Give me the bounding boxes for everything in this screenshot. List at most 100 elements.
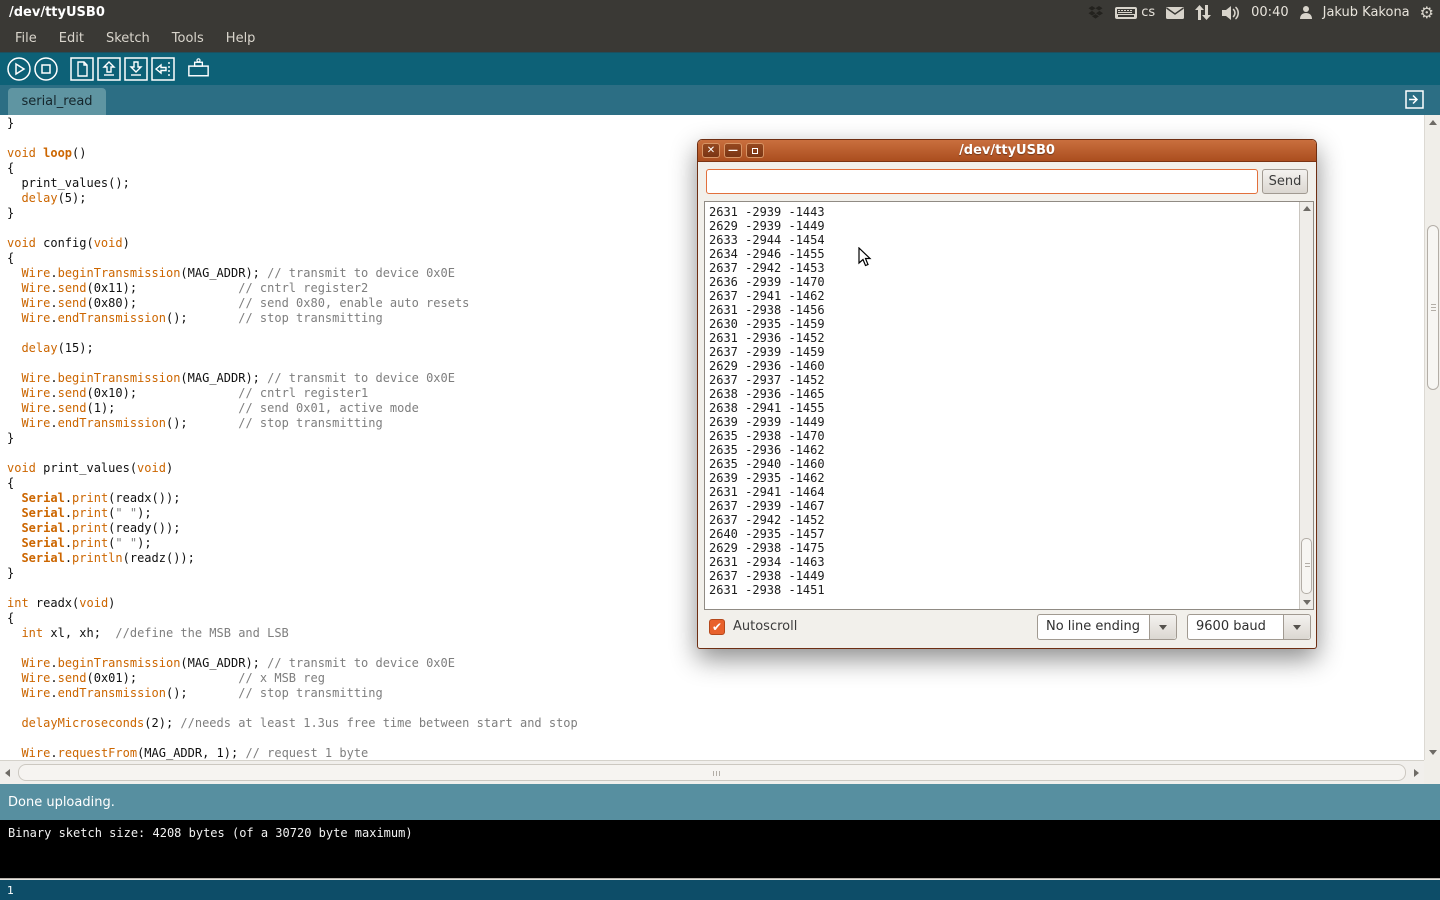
line-ending-dropdown[interactable]: No line ending: [1037, 614, 1177, 640]
serial-line: 2631 -2934 -1463: [709, 555, 1299, 569]
dropbox-icon[interactable]: [1087, 5, 1104, 21]
serial-line: 2640 -2935 -1457: [709, 527, 1299, 541]
verify-button[interactable]: [5, 56, 32, 83]
serial-line: 2631 -2936 -1452: [709, 331, 1299, 345]
serial-monitor-controls: ✔ Autoscroll No line ending 9600 baud: [698, 614, 1316, 640]
serial-line: 2637 -2941 -1462: [709, 289, 1299, 303]
serial-line: 2638 -2936 -1465: [709, 387, 1299, 401]
open-button[interactable]: [95, 56, 122, 83]
menu-edit[interactable]: Edit: [48, 26, 95, 51]
serial-line: 2631 -2939 -1443: [709, 205, 1299, 219]
serial-line: 2637 -2938 -1449: [709, 569, 1299, 583]
menu-file[interactable]: File: [4, 26, 48, 51]
top-panel: /dev/ttyUSB0 cs 00:40 Jakub Kakona: [0, 0, 1440, 25]
serial-line: 2636 -2939 -1470: [709, 275, 1299, 289]
upload-button[interactable]: [149, 56, 176, 83]
maximize-icon[interactable]: [746, 143, 764, 158]
editor-vertical-scrollbar[interactable]: [1424, 115, 1440, 760]
keyboard-layout-indicator[interactable]: cs: [1114, 5, 1155, 20]
serial-line: 2631 -2938 -1451: [709, 583, 1299, 597]
tab-serial-read[interactable]: serial_read: [8, 88, 106, 115]
keyboard-layout-label: cs: [1141, 5, 1155, 20]
serial-vertical-scrollbar[interactable]: [1299, 202, 1313, 609]
code-line: [7, 701, 1424, 716]
sync-arrows-icon[interactable]: [1195, 5, 1211, 20]
serial-line: 2637 -2939 -1467: [709, 499, 1299, 513]
serial-line: 2629 -2936 -1460: [709, 359, 1299, 373]
serial-line: 2639 -2935 -1462: [709, 471, 1299, 485]
baud-rate-dropdown[interactable]: 9600 baud: [1187, 614, 1311, 640]
screen: /dev/ttyUSB0 cs 00:40 Jakub Kakona: [0, 0, 1440, 900]
baud-rate-value: 9600 baud: [1196, 619, 1266, 634]
serial-monitor-title: /dev/ttyUSB0: [698, 143, 1316, 158]
serial-line: 2634 -2946 -1455: [709, 247, 1299, 261]
console-text: Binary sketch size: 4208 bytes (of a 307…: [8, 826, 413, 840]
stop-button[interactable]: [32, 56, 59, 83]
serial-input-row: Send: [706, 169, 1308, 194]
serial-input[interactable]: [706, 169, 1258, 194]
serial-monitor-button[interactable]: [185, 56, 212, 83]
menu-help[interactable]: Help: [215, 26, 267, 51]
line-ending-value: No line ending: [1046, 619, 1140, 634]
user-icon: [1299, 5, 1313, 20]
serial-line: 2637 -2939 -1459: [709, 345, 1299, 359]
scrollbar-thumb[interactable]: [18, 764, 1406, 781]
status-message: Done uploading.: [8, 795, 115, 810]
serial-line: 2635 -2938 -1470: [709, 429, 1299, 443]
serial-line: 2637 -2942 -1453: [709, 261, 1299, 275]
minimize-icon[interactable]: —: [724, 143, 742, 158]
code-line: [7, 731, 1424, 746]
serial-line: 2635 -2936 -1462: [709, 443, 1299, 457]
close-icon[interactable]: ✕: [702, 143, 720, 158]
code-line: delayMicroseconds(2); //needs at least 1…: [7, 716, 1424, 731]
line-number: 1: [7, 884, 14, 897]
scrollbar-thumb[interactable]: [1301, 538, 1312, 594]
line-indicator-bar: 1: [0, 880, 1440, 900]
status-bar: Done uploading.: [0, 784, 1440, 820]
active-window-title: /dev/ttyUSB0: [0, 5, 105, 20]
editor-horizontal-scrollbar[interactable]: [0, 760, 1424, 784]
serial-line: 2630 -2935 -1459: [709, 317, 1299, 331]
serial-line: 2631 -2941 -1464: [709, 485, 1299, 499]
serial-line: 2637 -2942 -1452: [709, 513, 1299, 527]
username[interactable]: Jakub Kakona: [1323, 5, 1410, 20]
send-button[interactable]: Send: [1262, 169, 1308, 194]
code-line: Wire.send(0x01); // x MSB reg: [7, 671, 1424, 686]
tab-bar: serial_read: [0, 85, 1440, 115]
menu-tools[interactable]: Tools: [161, 26, 215, 51]
autoscroll-label: Autoscroll: [733, 619, 797, 634]
mouse-cursor: [858, 247, 872, 272]
scrollbar-thumb[interactable]: [1427, 225, 1439, 390]
code-line: Wire.endTransmission(); // stop transmit…: [7, 686, 1424, 701]
new-tab-icon[interactable]: [1405, 90, 1424, 113]
autoscroll-checkbox[interactable]: ✔: [709, 619, 725, 635]
code-line: Wire.beginTransmission(MAG_ADDR); // tra…: [7, 656, 1424, 671]
new-sketch-button[interactable]: [68, 56, 95, 83]
save-button[interactable]: [122, 56, 149, 83]
serial-line: 2629 -2939 -1449: [709, 219, 1299, 233]
mail-icon[interactable]: [1165, 6, 1185, 20]
clock[interactable]: 00:40: [1251, 5, 1288, 20]
serial-line: 2629 -2938 -1475: [709, 541, 1299, 555]
serial-output-area[interactable]: 2631 -2939 -14432629 -2939 -14492633 -29…: [704, 201, 1314, 610]
chevron-down-icon[interactable]: [1149, 615, 1176, 639]
system-tray: cs 00:40 Jakub Kakona ⚙: [1087, 0, 1434, 25]
serial-output: 2631 -2939 -14432629 -2939 -14492633 -29…: [705, 202, 1299, 609]
volume-icon[interactable]: [1221, 5, 1241, 21]
serial-line: 2639 -2939 -1449: [709, 415, 1299, 429]
scrollbar-corner: [1424, 760, 1440, 784]
code-line: }: [7, 116, 1424, 131]
serial-line: 2638 -2941 -1455: [709, 401, 1299, 415]
toolbar: [0, 52, 1440, 85]
menu-sketch[interactable]: Sketch: [95, 26, 161, 51]
serial-monitor-window: ✕ — /dev/ttyUSB0 Send 2631 -2939 -144326…: [697, 139, 1317, 649]
menubar: FileEditSketchToolsHelp: [0, 25, 1440, 52]
chevron-down-icon[interactable]: [1283, 615, 1310, 639]
serial-line: 2635 -2940 -1460: [709, 457, 1299, 471]
session-gear-icon[interactable]: ⚙: [1420, 5, 1434, 21]
code-line: Wire.requestFrom(MAG_ADDR, 1); // reques…: [7, 746, 1424, 760]
serial-monitor-titlebar[interactable]: ✕ — /dev/ttyUSB0: [698, 140, 1316, 162]
build-console: Binary sketch size: 4208 bytes (of a 307…: [0, 820, 1440, 879]
serial-line: 2631 -2938 -1456: [709, 303, 1299, 317]
serial-line: 2637 -2937 -1452: [709, 373, 1299, 387]
